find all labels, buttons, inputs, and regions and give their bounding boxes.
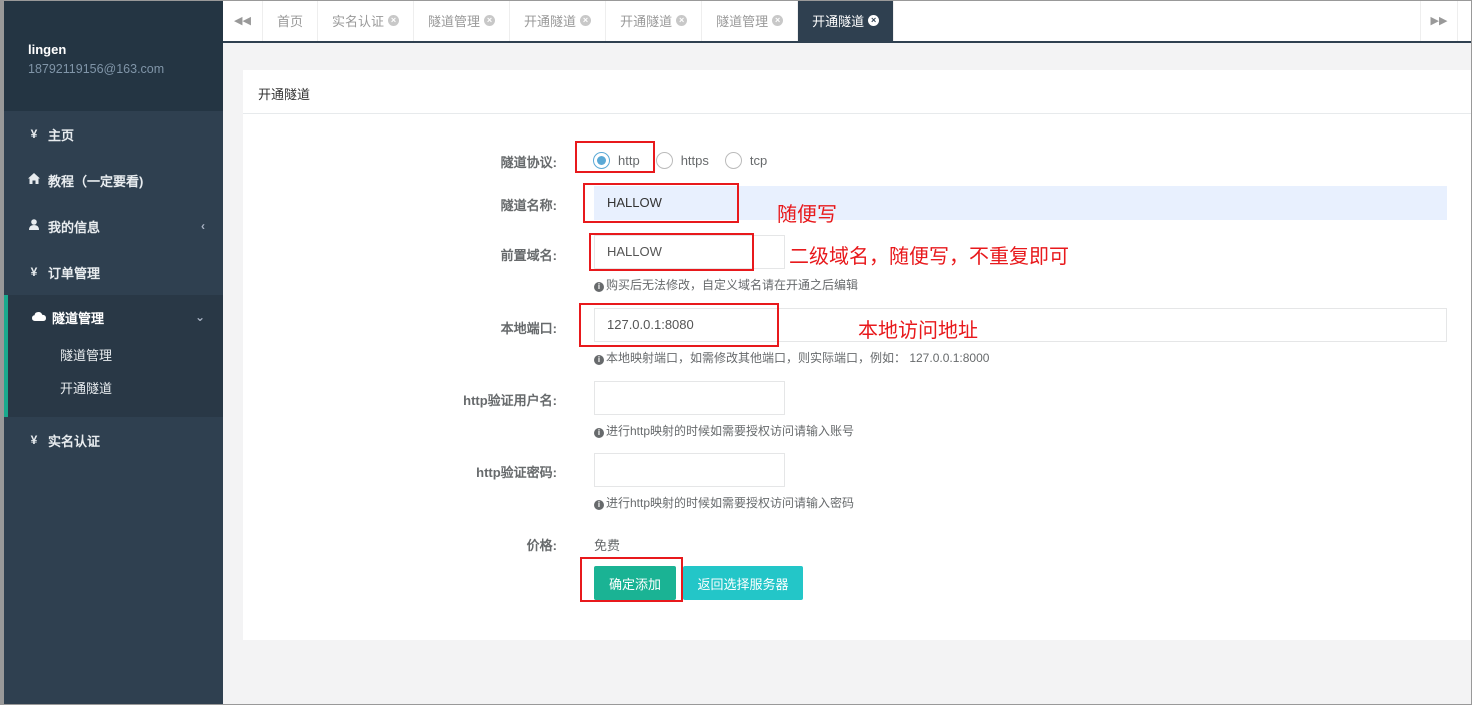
- open-tunnel-panel: 开通隧道 隧道协议: http https tcp 隧道名称: HALLOW 前…: [243, 70, 1472, 640]
- sidebar: lingen 18792119156@163.com ¥ 主页 教程（一定要看)…: [4, 0, 223, 705]
- annotation-box-domain: [589, 233, 754, 271]
- http-password-help: i 进行http映射的时候如需要授权访问请输入密码: [594, 494, 854, 511]
- annotation-box-name: [583, 183, 739, 223]
- sidebar-item-label: 我的信息: [48, 219, 101, 235]
- tab-open-tunnel-active[interactable]: 开通隧道 ×: [798, 0, 895, 41]
- http-password-help-text: 进行http映射的时候如需要授权访问请输入密码: [606, 496, 855, 510]
- info-icon: i: [594, 500, 604, 510]
- user-name: lingen: [28, 42, 67, 57]
- sidebar-subitem-tunnel-management[interactable]: 隧道管理: [8, 339, 223, 372]
- sidebar-item-label: 主页: [48, 127, 75, 143]
- tab-real-name[interactable]: 实名认证 ×: [318, 0, 415, 41]
- info-icon: i: [594, 355, 604, 365]
- port-help-text: 本地映射端口，如需修改其他端口，则实际端口，例如： 127.0.0.1:8000: [606, 351, 990, 365]
- price-label: 价格:: [526, 538, 557, 553]
- tab-open-tunnel[interactable]: 开通隧道 ×: [606, 0, 703, 41]
- back-to-server-button[interactable]: 返回选择服务器: [683, 566, 803, 600]
- tab-open-tunnel[interactable]: 开通隧道 ×: [510, 0, 607, 41]
- tunnel-name-label: 隧道名称:: [500, 198, 557, 213]
- tab-label: 实名认证: [332, 14, 385, 29]
- user-icon: [28, 219, 40, 233]
- annotation-note-port: 本地访问地址: [858, 320, 978, 342]
- sidebar-subitem-open-tunnel[interactable]: 开通隧道: [8, 372, 223, 405]
- domain-help-text: 购买后无法修改，自定义域名请在开通之后编辑: [606, 278, 859, 292]
- yen-icon: ¥: [30, 433, 38, 447]
- tabs-scroll-right-icon[interactable]: ▶▶: [1420, 0, 1458, 41]
- price-value: 免费: [594, 538, 621, 553]
- sidebar-item-tutorial[interactable]: 教程（一定要看): [4, 157, 223, 203]
- tab-spacer: [894, 0, 1420, 41]
- radio-https[interactable]: https: [655, 152, 709, 169]
- close-icon[interactable]: ×: [868, 15, 880, 26]
- sidebar-item-my-info[interactable]: 我的信息 ‹: [4, 203, 223, 249]
- http-user-help: i 进行http映射的时候如需要授权访问请输入账号: [594, 422, 854, 439]
- close-icon[interactable]: ×: [676, 15, 688, 26]
- annotation-box-port: [579, 303, 779, 347]
- sidebar-group-tunnels: 隧道管理 ⌄ 隧道管理 开通隧道: [4, 295, 223, 417]
- domain-label: 前置域名:: [500, 248, 557, 263]
- tab-label: 开通隧道: [620, 14, 673, 29]
- tab-home[interactable]: 首页: [263, 0, 319, 41]
- sidebar-item-label: 教程（一定要看): [48, 173, 144, 189]
- sidebar-item-label: 订单管理: [48, 265, 101, 281]
- annotation-note-domain: 二级域名，随便写，不重复即可: [789, 246, 1069, 268]
- info-icon: i: [594, 282, 604, 292]
- sidebar-item-tunnel-management[interactable]: 隧道管理 ⌄: [8, 295, 223, 339]
- cloud-icon: [32, 310, 46, 324]
- chevron-left-icon: ‹: [201, 219, 205, 233]
- close-icon[interactable]: ×: [580, 15, 592, 26]
- user-profile[interactable]: lingen 18792119156@163.com: [4, 0, 223, 111]
- sidebar-item-orders[interactable]: ¥ 订单管理: [4, 249, 223, 295]
- domain-help: i 购买后无法修改，自定义域名请在开通之后编辑: [594, 276, 858, 293]
- sidebar-item-home[interactable]: ¥ 主页: [4, 111, 223, 157]
- yen-icon: ¥: [30, 127, 38, 141]
- tab-label: 首页: [277, 14, 304, 29]
- tabs-scroll-left-icon[interactable]: ◀◀: [223, 0, 263, 41]
- local-port-label: 本地端口:: [500, 321, 557, 336]
- annotation-box-protocol: [575, 141, 655, 173]
- tab-bar-end: [1458, 0, 1472, 41]
- info-icon: i: [594, 428, 604, 438]
- http-user-help-text: 进行http映射的时候如需要授权访问请输入账号: [606, 424, 855, 438]
- tab-label: 隧道管理: [428, 14, 481, 29]
- radio-circle[interactable]: [724, 152, 742, 169]
- radio-label: https: [680, 153, 709, 168]
- radio-tcp[interactable]: tcp: [724, 152, 768, 169]
- close-icon[interactable]: ×: [484, 15, 496, 26]
- close-icon[interactable]: ×: [772, 15, 784, 26]
- home-icon: [28, 173, 40, 187]
- sidebar-item-real-name[interactable]: ¥ 实名认证: [4, 417, 223, 463]
- chevron-down-icon: ⌄: [194, 310, 205, 324]
- tab-label: 隧道管理: [716, 14, 769, 29]
- close-icon[interactable]: ×: [388, 15, 400, 26]
- tab-label: 开通隧道: [812, 14, 865, 29]
- http-password-label: http验证密码:: [476, 465, 557, 480]
- protocol-label: 隧道协议:: [500, 155, 557, 170]
- tab-tunnel-management[interactable]: 隧道管理 ×: [702, 0, 799, 41]
- sidebar-item-label: 隧道管理: [52, 310, 105, 326]
- tab-label: 开通隧道: [524, 14, 577, 29]
- sidebar-item-label: 实名认证: [48, 433, 101, 449]
- http-user-label: http验证用户名:: [463, 393, 557, 408]
- http-password-input[interactable]: [594, 453, 785, 487]
- yen-icon: ¥: [30, 265, 38, 279]
- panel-title: 开通隧道: [243, 70, 1472, 114]
- annotation-note-name: 随便写: [777, 204, 837, 226]
- http-user-input[interactable]: [594, 381, 785, 415]
- port-help: i 本地映射端口，如需修改其他端口，则实际端口，例如： 127.0.0.1:800…: [594, 349, 989, 366]
- annotation-box-confirm: [580, 557, 683, 602]
- radio-circle[interactable]: [655, 152, 673, 169]
- tab-tunnel-management[interactable]: 隧道管理 ×: [414, 0, 511, 41]
- tab-bar: ◀◀ 首页 实名认证 × 隧道管理 × 开通隧道 × 开通隧道 × 隧道管理 × 开通隧道…: [223, 0, 1472, 43]
- radio-label: tcp: [749, 153, 768, 168]
- user-email: 18792119156@163.com: [28, 62, 165, 76]
